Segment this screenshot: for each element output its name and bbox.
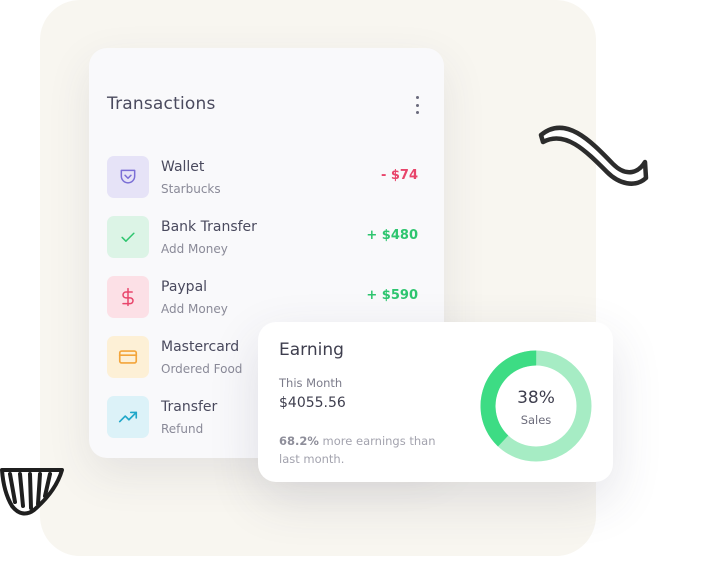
comb-decoration — [0, 468, 64, 516]
transaction-row-bank-transfer[interactable]: Bank Transfer Add Money + $480 — [107, 216, 423, 260]
transaction-sub: Ordered Food — [161, 362, 243, 376]
earning-note: 68.2% more earnings than last month. — [279, 432, 449, 468]
transaction-amount: + $480 — [366, 228, 418, 243]
check-icon — [107, 216, 149, 258]
transaction-sub: Refund — [161, 422, 204, 436]
squiggle-decoration — [538, 125, 649, 186]
transactions-title: Transactions — [107, 94, 216, 114]
donut-percent: 38% — [517, 388, 555, 408]
transaction-name: Paypal — [161, 279, 208, 295]
transaction-sub: Add Money — [161, 302, 228, 316]
wallet-icon — [107, 156, 149, 198]
transaction-name: Bank Transfer — [161, 219, 257, 235]
trending-up-icon — [107, 396, 149, 438]
earning-period: This Month — [279, 376, 343, 390]
earning-card: Earning This Month $4055.56 68.2% more e… — [258, 322, 613, 482]
transaction-amount: - $74 — [380, 168, 418, 183]
transaction-sub: Add Money — [161, 242, 228, 256]
transaction-row-paypal[interactable]: Paypal Add Money + $590 — [107, 276, 423, 320]
donut-label: Sales — [520, 413, 552, 427]
transaction-name: Wallet — [161, 159, 205, 175]
transaction-row-wallet[interactable]: Wallet Starbucks - $74 — [107, 156, 423, 200]
transaction-name: Transfer — [161, 399, 218, 415]
dollar-icon — [107, 276, 149, 318]
more-options-icon[interactable] — [411, 96, 423, 114]
earning-title: Earning — [279, 340, 344, 360]
transaction-name: Mastercard — [161, 339, 240, 355]
earning-amount: $4055.56 — [279, 395, 346, 411]
credit-card-icon — [107, 336, 149, 378]
transaction-amount: + $590 — [366, 288, 418, 303]
transaction-sub: Starbucks — [161, 182, 221, 196]
earning-note-highlight: 68.2% — [279, 434, 319, 448]
